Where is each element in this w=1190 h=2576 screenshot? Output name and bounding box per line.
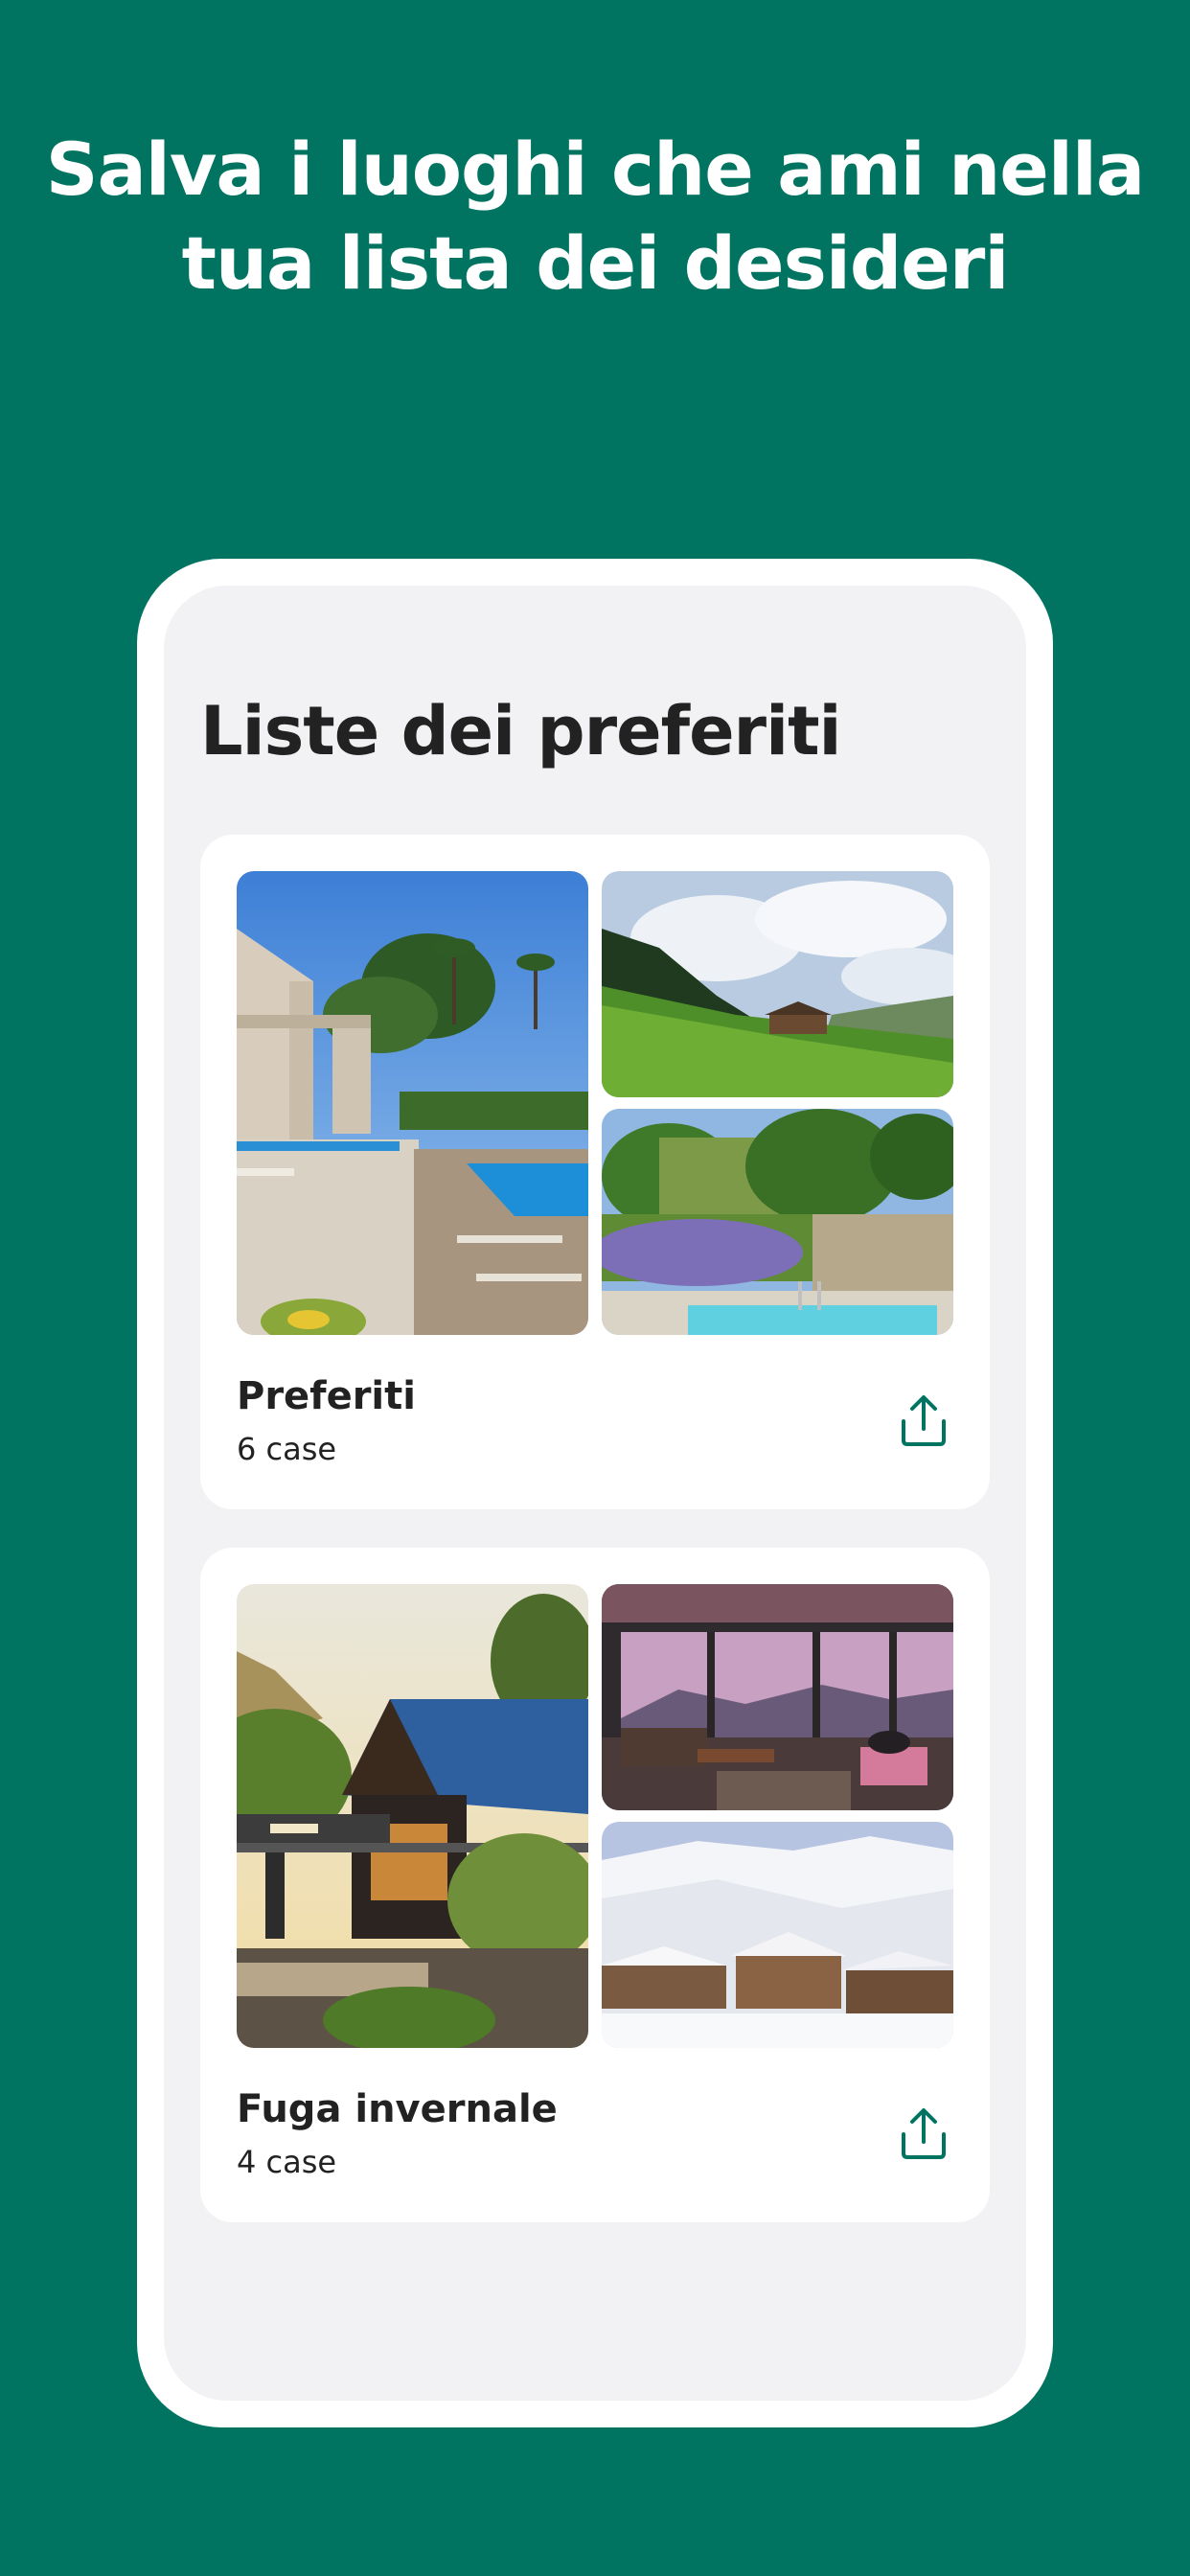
- wishlist-name: Preferiti: [237, 1374, 416, 1418]
- panoramic-living-room-photo: [602, 1584, 953, 1810]
- blue-roof-cabin-photo: [237, 1584, 588, 2048]
- share-icon[interactable]: [898, 2105, 950, 2161]
- alpine-meadow-chalet-photo: [602, 871, 953, 1097]
- wishlist-card-fuga-invernale[interactable]: Fuga invernale 4 case: [200, 1548, 990, 2222]
- ivy-covered-house-pool-photo: [602, 1109, 953, 1335]
- villa-pool-photo: [237, 871, 588, 1335]
- headline-line-2: tua lista dei desideri: [181, 220, 1010, 306]
- wishlist-card-preferiti[interactable]: Preferiti 6 case: [200, 835, 990, 1509]
- wishlist-name: Fuga invernale: [237, 2087, 558, 2131]
- snowy-chalets-photo: [602, 1822, 953, 2048]
- phone-screen: Liste dei preferiti Preferiti 6 case Fug…: [164, 586, 1026, 2401]
- wishlist-count: 6 case: [237, 1431, 337, 1467]
- headline-line-1: Salva i luoghi che ami nella: [45, 126, 1145, 212]
- share-icon[interactable]: [898, 1392, 950, 1448]
- phone-frame: Liste dei preferiti Preferiti 6 case Fug…: [137, 559, 1053, 2427]
- wishlist-count: 4 case: [237, 2144, 337, 2180]
- promo-headline: Salva i luoghi che ami nella tua lista d…: [0, 123, 1190, 310]
- page-title: Liste dei preferiti: [200, 692, 842, 770]
